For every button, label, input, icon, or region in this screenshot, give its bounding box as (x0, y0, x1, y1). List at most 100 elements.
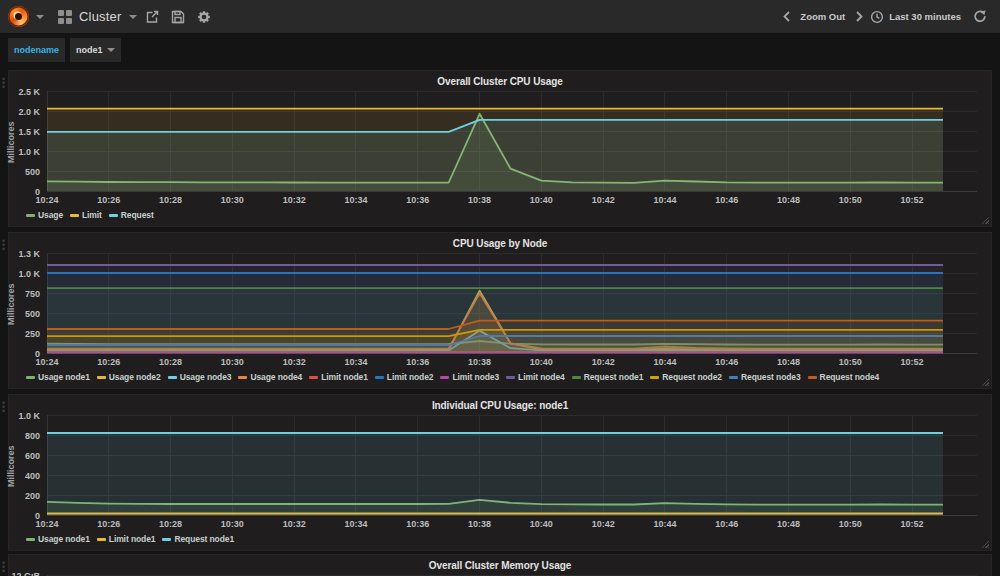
refresh-button[interactable] (970, 4, 988, 30)
zoom-out-right-button[interactable] (850, 4, 868, 30)
legend-series-color (440, 376, 449, 379)
panel-title-cpu-usage-by-node[interactable]: CPU Usage by Node (9, 233, 991, 251)
chart-individual-cpu-usage-node1[interactable]: 02004006008001.0 K10:2410:2610:2810:3010… (9, 413, 991, 531)
save-button[interactable] (165, 4, 191, 30)
legend-series-color (729, 376, 738, 379)
legend-item[interactable]: Usage node4 (238, 372, 302, 382)
panel-resize-grip[interactable] (981, 216, 989, 224)
zoom-out-button[interactable]: Zoom Out (800, 11, 845, 22)
chart-overall-cluster-cpu-usage[interactable]: 05001.0 K1.5 K2.0 K2.5 K10:2410:2610:281… (9, 89, 991, 207)
panel-drag-handle[interactable]: ••• (2, 239, 5, 251)
chart-cpu-usage-by-node[interactable]: 02505007501.0 K1.3 K10:2410:2610:2810:30… (9, 251, 991, 369)
svg-text:10:38: 10:38 (468, 357, 491, 367)
chevron-down-icon (36, 15, 44, 19)
svg-text:500: 500 (25, 309, 40, 319)
svg-text:2.0 K: 2.0 K (18, 107, 40, 117)
variable-value-nodename[interactable]: node1 (70, 38, 121, 62)
panel-title-overall-cluster-cpu-usage[interactable]: Overall Cluster CPU Usage (9, 71, 991, 89)
legend-series-color (97, 538, 106, 541)
legend-item[interactable]: Request node2 (650, 372, 722, 382)
panel-title-individual-cpu-usage-node1[interactable]: Individual CPU Usage: node1 (9, 395, 991, 413)
legend-series-label: Usage node2 (109, 372, 161, 382)
legend-item[interactable]: Request node3 (729, 372, 801, 382)
legend-series-label: Request node4 (820, 372, 880, 382)
legend-series-label: Request node3 (741, 372, 801, 382)
panel-drag-handle[interactable]: ••• (2, 77, 5, 89)
legend-item[interactable]: Usage (26, 210, 63, 220)
svg-text:10:42: 10:42 (592, 357, 615, 367)
legend-item[interactable]: Request (109, 210, 154, 220)
gear-icon (196, 9, 212, 25)
svg-text:10:24: 10:24 (35, 357, 58, 367)
share-icon (144, 9, 160, 25)
svg-text:10:48: 10:48 (777, 357, 800, 367)
svg-text:10:48: 10:48 (777, 195, 800, 205)
svg-text:10:44: 10:44 (653, 357, 676, 367)
legend-series-color (26, 214, 35, 217)
svg-text:600: 600 (25, 451, 40, 461)
svg-text:10:46: 10:46 (715, 195, 738, 205)
legend-item[interactable]: Usage node3 (168, 372, 232, 382)
legend-series-color (26, 538, 35, 541)
svg-text:1.0 K: 1.0 K (18, 413, 40, 421)
legend-series-label: Limit node3 (452, 372, 499, 382)
legend-item[interactable]: Limit node3 (440, 372, 499, 382)
legend-series-label: Usage (38, 210, 63, 220)
svg-text:10:42: 10:42 (592, 195, 615, 205)
legend-series-color (309, 376, 318, 379)
svg-text:10:38: 10:38 (468, 195, 491, 205)
variable-label-nodename: nodename (8, 38, 65, 62)
panel-overall-cluster-cpu-usage: •••Overall Cluster CPU UsageMillicores05… (8, 70, 992, 227)
legend-item[interactable]: Usage node1 (26, 534, 90, 544)
legend-series-label: Request node1 (584, 372, 644, 382)
dashboard-grid-icon (58, 10, 72, 24)
clock-icon (870, 10, 884, 24)
legend-item[interactable]: Limit node1 (309, 372, 368, 382)
time-picker-button[interactable] (868, 4, 886, 30)
settings-button[interactable] (191, 4, 217, 30)
svg-text:10:26: 10:26 (97, 519, 120, 529)
zoom-out-left-button[interactable] (777, 4, 795, 30)
legend-item[interactable]: Request node1 (162, 534, 234, 544)
grafana-menu-button[interactable] (8, 6, 44, 27)
time-range-label[interactable]: Last 30 minutes (889, 11, 961, 22)
panel-drag-handle[interactable]: ••• (2, 401, 5, 413)
share-button[interactable] (139, 4, 165, 30)
svg-text:500: 500 (25, 167, 40, 177)
svg-text:10:28: 10:28 (159, 519, 182, 529)
svg-text:10:28: 10:28 (159, 357, 182, 367)
svg-text:1.0 K: 1.0 K (18, 269, 40, 279)
panel-title-overall-cluster-memory-usage[interactable]: Overall Cluster Memory Usage (9, 555, 991, 573)
legend-item[interactable]: Request node1 (572, 372, 644, 382)
legend-individual-cpu-usage-node1: Usage node1 Limit node1 Request node1 (26, 534, 991, 544)
chevron-down-icon (107, 48, 115, 52)
panel-drag-handle[interactable]: ••• (2, 561, 5, 573)
legend-item[interactable]: Limit node4 (506, 372, 565, 382)
svg-text:750: 750 (25, 289, 40, 299)
svg-text:10:28: 10:28 (159, 195, 182, 205)
panel-resize-grip[interactable] (981, 378, 989, 386)
panel-resize-grip[interactable] (981, 540, 989, 548)
dashboard-title: Cluster (79, 9, 122, 24)
svg-text:10:26: 10:26 (97, 357, 120, 367)
legend-item[interactable]: Request node4 (808, 372, 880, 382)
dashboard: •••Overall Cluster CPU UsageMillicores05… (0, 66, 1000, 576)
legend-series-label: Limit node1 (321, 372, 368, 382)
legend-item[interactable]: Usage node2 (97, 372, 161, 382)
legend-item[interactable]: Limit (70, 210, 102, 220)
svg-text:10:46: 10:46 (715, 519, 738, 529)
legend-series-color (97, 376, 106, 379)
svg-text:10:40: 10:40 (530, 195, 553, 205)
legend-item[interactable]: Limit node1 (97, 534, 156, 544)
chevron-down-icon (129, 15, 137, 19)
svg-text:10:48: 10:48 (777, 519, 800, 529)
legend-item[interactable]: Usage node1 (26, 372, 90, 382)
legend-series-label: Usage node1 (38, 372, 90, 382)
legend-series-label: Request node2 (662, 372, 722, 382)
legend-series-label: Limit node1 (109, 534, 156, 544)
legend-item[interactable]: Limit node2 (375, 372, 434, 382)
refresh-icon (972, 9, 987, 24)
dashboard-picker[interactable]: Cluster (58, 9, 137, 24)
svg-text:10:52: 10:52 (901, 195, 924, 205)
svg-text:10:46: 10:46 (715, 357, 738, 367)
